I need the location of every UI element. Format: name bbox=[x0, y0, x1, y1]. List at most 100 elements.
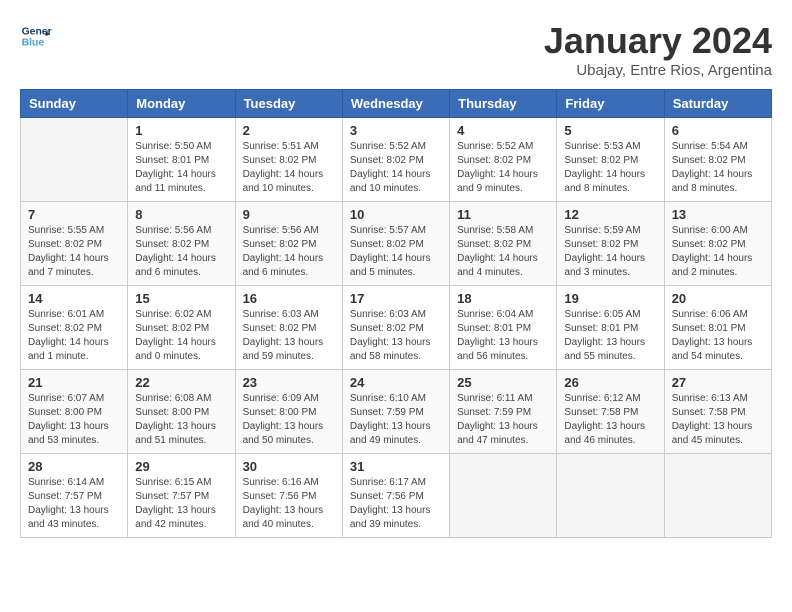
day-info: Sunrise: 6:03 AMSunset: 8:02 PMDaylight:… bbox=[350, 308, 442, 364]
day-number: 4 bbox=[457, 123, 549, 138]
day-info: Sunrise: 5:55 AMSunset: 8:02 PMDaylight:… bbox=[28, 224, 120, 280]
day-number: 7 bbox=[28, 207, 120, 222]
day-info: Sunrise: 5:54 AMSunset: 8:02 PMDaylight:… bbox=[672, 140, 764, 196]
logo-icon: General Blue bbox=[20, 20, 52, 52]
weekday-header-monday: Monday bbox=[128, 90, 235, 118]
month-title: January 2024 bbox=[544, 20, 772, 62]
day-info: Sunrise: 6:14 AMSunset: 7:57 PMDaylight:… bbox=[28, 476, 120, 532]
day-info: Sunrise: 6:07 AMSunset: 8:00 PMDaylight:… bbox=[28, 392, 120, 448]
day-number: 12 bbox=[564, 207, 656, 222]
week-row-2: 7 Sunrise: 5:55 AMSunset: 8:02 PMDaylight… bbox=[21, 202, 772, 286]
day-info: Sunrise: 6:10 AMSunset: 7:59 PMDaylight:… bbox=[350, 392, 442, 448]
calendar-cell bbox=[450, 454, 557, 538]
calendar-cell: 4 Sunrise: 5:52 AMSunset: 8:02 PMDaylight… bbox=[450, 118, 557, 202]
day-number: 19 bbox=[564, 291, 656, 306]
day-number: 23 bbox=[243, 375, 335, 390]
weekday-header-tuesday: Tuesday bbox=[235, 90, 342, 118]
calendar-cell: 10 Sunrise: 5:57 AMSunset: 8:02 PMDayligh… bbox=[342, 202, 449, 286]
weekday-header-thursday: Thursday bbox=[450, 90, 557, 118]
day-number: 3 bbox=[350, 123, 442, 138]
day-info: Sunrise: 6:12 AMSunset: 7:58 PMDaylight:… bbox=[564, 392, 656, 448]
day-info: Sunrise: 6:13 AMSunset: 7:58 PMDaylight:… bbox=[672, 392, 764, 448]
calendar-cell: 15Sunrise: 6:02 AMSunset: 8:02 PMDayligh… bbox=[128, 286, 235, 370]
calendar-cell: 17 Sunrise: 6:03 AMSunset: 8:02 PMDayligh… bbox=[342, 286, 449, 370]
weekday-header-wednesday: Wednesday bbox=[342, 90, 449, 118]
calendar-cell: 20Sunrise: 6:06 AMSunset: 8:01 PMDayligh… bbox=[664, 286, 771, 370]
calendar-cell: 27Sunrise: 6:13 AMSunset: 7:58 PMDayligh… bbox=[664, 370, 771, 454]
day-number: 1 bbox=[135, 123, 227, 138]
day-info: Sunrise: 5:59 AMSunset: 8:02 PMDaylight:… bbox=[564, 224, 656, 280]
day-info: Sunrise: 5:56 AMSunset: 8:02 PMDaylight:… bbox=[243, 224, 335, 280]
calendar-cell: 2Sunrise: 5:51 AMSunset: 8:02 PMDaylight… bbox=[235, 118, 342, 202]
location-title: Ubajay, Entre Rios, Argentina bbox=[544, 62, 772, 79]
title-area: January 2024 Ubajay, Entre Rios, Argenti… bbox=[544, 20, 772, 79]
calendar-cell: 21 Sunrise: 6:07 AMSunset: 8:00 PMDayligh… bbox=[21, 370, 128, 454]
day-number: 29 bbox=[135, 459, 227, 474]
day-number: 6 bbox=[672, 123, 764, 138]
day-number: 14 bbox=[28, 291, 120, 306]
calendar-cell: 26 Sunrise: 6:12 AMSunset: 7:58 PMDayligh… bbox=[557, 370, 664, 454]
day-number: 13 bbox=[672, 207, 764, 222]
day-info: Sunrise: 6:15 AMSunset: 7:57 PMDaylight:… bbox=[135, 476, 227, 532]
day-info: Sunrise: 6:01 AMSunset: 8:02 PMDaylight:… bbox=[28, 308, 120, 364]
calendar-cell: 3 Sunrise: 5:52 AMSunset: 8:02 PMDaylight… bbox=[342, 118, 449, 202]
weekday-header-sunday: Sunday bbox=[21, 90, 128, 118]
calendar-cell: 12 Sunrise: 5:59 AMSunset: 8:02 PMDayligh… bbox=[557, 202, 664, 286]
day-number: 16 bbox=[243, 291, 335, 306]
week-row-3: 14 Sunrise: 6:01 AMSunset: 8:02 PMDayligh… bbox=[21, 286, 772, 370]
day-info: Sunrise: 5:51 AMSunset: 8:02 PMDaylight:… bbox=[243, 140, 335, 196]
day-info: Sunrise: 6:00 AMSunset: 8:02 PMDaylight:… bbox=[672, 224, 764, 280]
calendar-cell bbox=[21, 118, 128, 202]
calendar-cell: 5Sunrise: 5:53 AMSunset: 8:02 PMDaylight… bbox=[557, 118, 664, 202]
day-info: Sunrise: 6:04 AMSunset: 8:01 PMDaylight:… bbox=[457, 308, 549, 364]
day-number: 21 bbox=[28, 375, 120, 390]
calendar-cell: 7 Sunrise: 5:55 AMSunset: 8:02 PMDaylight… bbox=[21, 202, 128, 286]
day-info: Sunrise: 5:52 AMSunset: 8:02 PMDaylight:… bbox=[457, 140, 549, 196]
day-number: 26 bbox=[564, 375, 656, 390]
day-info: Sunrise: 6:11 AMSunset: 7:59 PMDaylight:… bbox=[457, 392, 549, 448]
day-info: Sunrise: 5:52 AMSunset: 8:02 PMDaylight:… bbox=[350, 140, 442, 196]
calendar-cell: 19 Sunrise: 6:05 AMSunset: 8:01 PMDayligh… bbox=[557, 286, 664, 370]
calendar-cell: 6 Sunrise: 5:54 AMSunset: 8:02 PMDaylight… bbox=[664, 118, 771, 202]
weekday-header-friday: Friday bbox=[557, 90, 664, 118]
calendar-cell: 18 Sunrise: 6:04 AMSunset: 8:01 PMDayligh… bbox=[450, 286, 557, 370]
day-info: Sunrise: 6:06 AMSunset: 8:01 PMDaylight:… bbox=[672, 308, 764, 364]
calendar-cell: 16 Sunrise: 6:03 AMSunset: 8:02 PMDayligh… bbox=[235, 286, 342, 370]
day-info: Sunrise: 6:16 AMSunset: 7:56 PMDaylight:… bbox=[243, 476, 335, 532]
week-row-1: 1Sunrise: 5:50 AMSunset: 8:01 PMDaylight… bbox=[21, 118, 772, 202]
calendar-cell: 31Sunrise: 6:17 AMSunset: 7:56 PMDayligh… bbox=[342, 454, 449, 538]
weekday-header-row: SundayMondayTuesdayWednesdayThursdayFrid… bbox=[21, 90, 772, 118]
calendar-cell: 24Sunrise: 6:10 AMSunset: 7:59 PMDayligh… bbox=[342, 370, 449, 454]
day-number: 18 bbox=[457, 291, 549, 306]
day-info: Sunrise: 5:53 AMSunset: 8:02 PMDaylight:… bbox=[564, 140, 656, 196]
calendar-cell bbox=[664, 454, 771, 538]
day-number: 8 bbox=[135, 207, 227, 222]
calendar-cell: 22 Sunrise: 6:08 AMSunset: 8:00 PMDayligh… bbox=[128, 370, 235, 454]
weekday-header-saturday: Saturday bbox=[664, 90, 771, 118]
week-row-5: 28Sunrise: 6:14 AMSunset: 7:57 PMDayligh… bbox=[21, 454, 772, 538]
calendar-cell: 30 Sunrise: 6:16 AMSunset: 7:56 PMDayligh… bbox=[235, 454, 342, 538]
svg-text:Blue: Blue bbox=[22, 38, 45, 49]
day-info: Sunrise: 5:58 AMSunset: 8:02 PMDaylight:… bbox=[457, 224, 549, 280]
day-number: 15 bbox=[135, 291, 227, 306]
day-number: 17 bbox=[350, 291, 442, 306]
day-info: Sunrise: 6:05 AMSunset: 8:01 PMDaylight:… bbox=[564, 308, 656, 364]
calendar-cell: 13 Sunrise: 6:00 AMSunset: 8:02 PMDayligh… bbox=[664, 202, 771, 286]
day-number: 22 bbox=[135, 375, 227, 390]
day-info: Sunrise: 6:09 AMSunset: 8:00 PMDaylight:… bbox=[243, 392, 335, 448]
day-info: Sunrise: 5:56 AMSunset: 8:02 PMDaylight:… bbox=[135, 224, 227, 280]
calendar-cell bbox=[557, 454, 664, 538]
calendar-cell: 14 Sunrise: 6:01 AMSunset: 8:02 PMDayligh… bbox=[21, 286, 128, 370]
calendar-cell: 1Sunrise: 5:50 AMSunset: 8:01 PMDaylight… bbox=[128, 118, 235, 202]
calendar-cell: 8 Sunrise: 5:56 AMSunset: 8:02 PMDaylight… bbox=[128, 202, 235, 286]
day-info: Sunrise: 6:03 AMSunset: 8:02 PMDaylight:… bbox=[243, 308, 335, 364]
header: General Blue January 2024 Ubajay, Entre … bbox=[20, 20, 772, 79]
calendar-cell: 11 Sunrise: 5:58 AMSunset: 8:02 PMDayligh… bbox=[450, 202, 557, 286]
week-row-4: 21 Sunrise: 6:07 AMSunset: 8:00 PMDayligh… bbox=[21, 370, 772, 454]
day-number: 10 bbox=[350, 207, 442, 222]
day-number: 11 bbox=[457, 207, 549, 222]
day-info: Sunrise: 5:57 AMSunset: 8:02 PMDaylight:… bbox=[350, 224, 442, 280]
calendar-cell: 28Sunrise: 6:14 AMSunset: 7:57 PMDayligh… bbox=[21, 454, 128, 538]
day-number: 30 bbox=[243, 459, 335, 474]
day-info: Sunrise: 6:08 AMSunset: 8:00 PMDaylight:… bbox=[135, 392, 227, 448]
